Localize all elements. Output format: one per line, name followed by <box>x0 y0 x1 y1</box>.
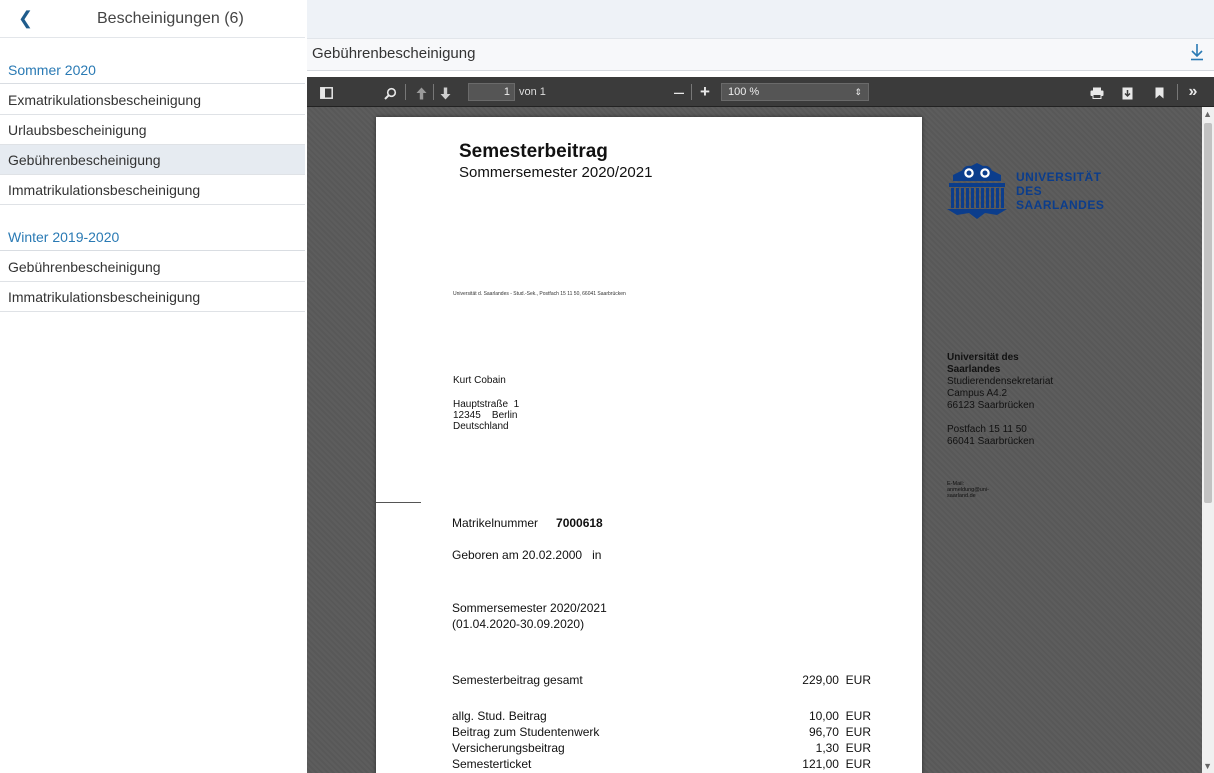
sidebar-item-immatrikulation-winter[interactable]: Immatrikulationsbescheinigung <box>0 282 305 312</box>
document-subheading: Sommersemester 2020/2021 <box>459 164 653 181</box>
select-arrow-icon: ⇕ <box>854 87 862 97</box>
matrikel-label: Matrikelnummer <box>452 516 539 530</box>
fee-label: Semesterticket <box>452 757 532 771</box>
logo-line: DES <box>1016 184 1043 198</box>
logo-line: UNIVERSITÄT <box>1016 170 1102 184</box>
zoom-in-icon[interactable]: + <box>695 77 715 107</box>
fee-amount: 10,00 EUR <box>808 709 871 723</box>
save-icon[interactable] <box>1117 77 1137 107</box>
scrollbar-thumb[interactable] <box>1204 123 1212 503</box>
zoom-out-icon[interactable]: – <box>669 77 689 107</box>
fee-amount: 121,00 EUR <box>802 757 871 771</box>
sidebar-item-label: Gebührenbescheinigung <box>8 152 161 168</box>
university-address: Universität des Saarlandes Studierendens… <box>947 352 1053 448</box>
page-number-input[interactable]: 1 <box>468 83 515 101</box>
pdf-page: Semesterbeitrag Sommersemester 2020/2021… <box>376 117 1104 773</box>
fee-row: Beitrag zum Studentenwerk 96,70 EUR <box>452 725 922 741</box>
zoom-select[interactable]: 100 % ⇕ <box>721 83 869 101</box>
toolbar-separator <box>433 84 434 100</box>
page-down-icon[interactable] <box>435 77 455 107</box>
recipient-city: 12345 Berlin <box>453 410 518 421</box>
fee-label: Beitrag zum Studentenwerk <box>452 725 600 739</box>
fee-amount: 1,30 EUR <box>815 741 871 755</box>
sender-return-address: Universität d. Saarlandes - Stud.-Sek., … <box>453 291 626 297</box>
sidebar-item-label: Exmatrikulationsbescheinigung <box>8 92 201 108</box>
sidebar-item-label: Immatrikulationsbescheinigung <box>8 182 201 198</box>
fees-table: Semesterbeitrag gesamt 229,00 EUR allg. … <box>452 673 922 773</box>
university-postbox: Postfach 15 11 50 <box>947 424 1027 435</box>
logo-line: SAARLANDES <box>1016 198 1105 212</box>
toolbar-separator <box>691 84 692 100</box>
zoom-value: 100 % <box>728 86 760 98</box>
toolbar-separator <box>1177 84 1178 100</box>
bookmark-icon[interactable] <box>1149 77 1169 107</box>
page-count-label: von 1 <box>519 86 546 98</box>
scroll-down-icon[interactable]: ▼ <box>1203 761 1212 771</box>
fee-label: allg. Stud. Beitrag <box>452 709 547 723</box>
print-icon[interactable] <box>1087 77 1107 107</box>
toolbar-separator <box>405 84 406 100</box>
sidebar-item-urlaub[interactable]: Urlaubsbescheinigung <box>0 115 305 145</box>
scroll-up-icon[interactable]: ▲ <box>1203 109 1212 119</box>
recipient-address: Kurt Cobain Hauptstraße 1 12345 Berlin D… <box>453 375 519 432</box>
birth-line: Geboren am 20.02.2000 in <box>452 548 602 562</box>
semester-period: (01.04.2020-30.09.2020) <box>452 617 585 631</box>
semester-info: Sommersemester 2020/2021 (01.04.2020-30.… <box>452 600 607 632</box>
fee-row: Semesterbeitrag gesamt 229,00 EUR <box>452 673 922 689</box>
fee-label: Semesterbeitrag gesamt <box>452 673 583 687</box>
sidebar-item-gebuehren-winter[interactable]: Gebührenbescheinigung <box>0 252 305 282</box>
pdf-toolbar: 1 von 1 – + 100 % ⇕ » <box>307 77 1214 107</box>
fee-label: Versicherungsbeitrag <box>452 741 565 755</box>
download-icon[interactable] <box>1190 43 1204 66</box>
university-email: E-Mail: anmeldung@uni-saarland.de <box>947 481 989 499</box>
sidebar-item-label: Immatrikulationsbescheinigung <box>8 289 201 305</box>
sidebar-toggle-icon[interactable] <box>315 77 337 107</box>
matrikel-number: 7000618 <box>556 516 603 530</box>
fee-amount: 96,70 EUR <box>808 725 871 739</box>
sidebar-title: Bescheinigungen (6) <box>97 10 244 27</box>
fee-amount: 229,00 EUR <box>802 673 871 687</box>
pdf-viewer[interactable]: Semesterbeitrag Sommersemester 2020/2021… <box>307 107 1214 773</box>
section-label: Sommer 2020 <box>8 62 96 78</box>
university-campus: Campus A4.2 <box>947 388 1008 399</box>
fold-mark <box>376 502 421 503</box>
search-icon[interactable] <box>379 77 401 107</box>
document-header: Gebührenbescheinigung <box>307 38 1214 71</box>
fee-row: allg. Stud. Beitrag 10,00 EUR <box>452 709 922 725</box>
sidebar-header: ❮ Bescheinigungen (6) <box>0 0 305 38</box>
more-tools-icon[interactable]: » <box>1181 77 1205 107</box>
recipient-name: Kurt Cobain <box>453 375 506 386</box>
matrikel-line: Matrikelnummer 7000618 <box>452 516 603 530</box>
page-up-icon[interactable] <box>411 77 431 107</box>
semester-name: Sommersemester 2020/2021 <box>452 601 607 615</box>
chevron-left-icon[interactable]: ❮ <box>18 7 33 29</box>
document-title: Gebührenbescheinigung <box>312 45 476 62</box>
university-logo <box>947 163 1007 219</box>
sidebar-item-gebuehren-active[interactable]: Gebührenbescheinigung <box>0 145 305 175</box>
top-bar <box>307 0 1214 38</box>
document-heading: Semesterbeitrag <box>459 141 608 162</box>
university-city: 66123 Saarbrücken <box>947 400 1035 411</box>
section-header-sommer-2020: Sommer 2020 <box>0 54 305 84</box>
sidebar-item-exmatrikulation[interactable]: Exmatrikulationsbescheinigung <box>0 85 305 115</box>
university-name: Universität des Saarlandes <box>947 352 1019 375</box>
section-header-winter-2019-2020: Winter 2019-2020 <box>0 221 305 251</box>
university-postbox-city: 66041 Saarbrücken <box>947 436 1035 447</box>
university-dept: Studierendensekretariat <box>947 376 1054 387</box>
fee-row: Versicherungsbeitrag 1,30 EUR <box>452 741 922 757</box>
fee-row: Semesterticket 121,00 EUR <box>452 757 922 773</box>
sidebar-item-label: Urlaubsbescheinigung <box>8 122 147 138</box>
section-label: Winter 2019-2020 <box>8 229 120 245</box>
sidebar: ❮ Bescheinigungen (6) Sommer 2020 Exmatr… <box>0 0 305 773</box>
sidebar-item-immatrikulation[interactable]: Immatrikulationsbescheinigung <box>0 175 305 205</box>
sidebar-item-label: Gebührenbescheinigung <box>8 259 161 275</box>
recipient-street: Hauptstraße 1 <box>453 399 520 410</box>
vertical-scrollbar[interactable]: ▲ ▼ <box>1202 107 1214 773</box>
university-logo-text: UNIVERSITÄT DES SAARLANDES <box>1016 170 1104 212</box>
recipient-country: Deutschland <box>453 421 509 432</box>
